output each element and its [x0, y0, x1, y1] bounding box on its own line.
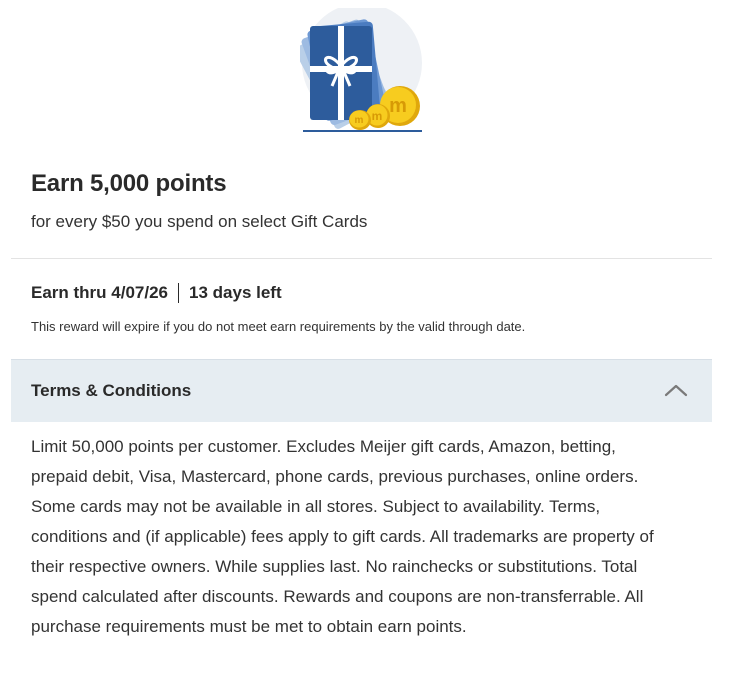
earn-thru-date: Earn thru 4/07/26: [31, 283, 169, 302]
svg-text:m: m: [355, 115, 364, 126]
separator: [178, 283, 180, 303]
svg-text:m: m: [372, 109, 383, 123]
hero-underline: [303, 130, 422, 132]
expire-note: This reward will expire if you do not me…: [31, 319, 526, 334]
chevron-up-icon[interactable]: [663, 382, 689, 398]
gift-card-coins-icon: m m m: [300, 8, 422, 130]
svg-text:m: m: [389, 95, 407, 117]
terms-accordion-header[interactable]: Terms & Conditions: [11, 359, 712, 422]
offer-subtitle: for every $50 you spend on select Gift C…: [31, 212, 368, 231]
earn-period: Earn thru 4/07/26 13 days left: [31, 283, 282, 303]
offer-title: Earn 5,000 points: [31, 170, 227, 197]
terms-heading: Terms & Conditions: [31, 381, 192, 400]
terms-body: Limit 50,000 points per customer. Exclud…: [31, 437, 654, 636]
divider: [11, 258, 712, 259]
days-left: 13 days left: [189, 283, 282, 302]
